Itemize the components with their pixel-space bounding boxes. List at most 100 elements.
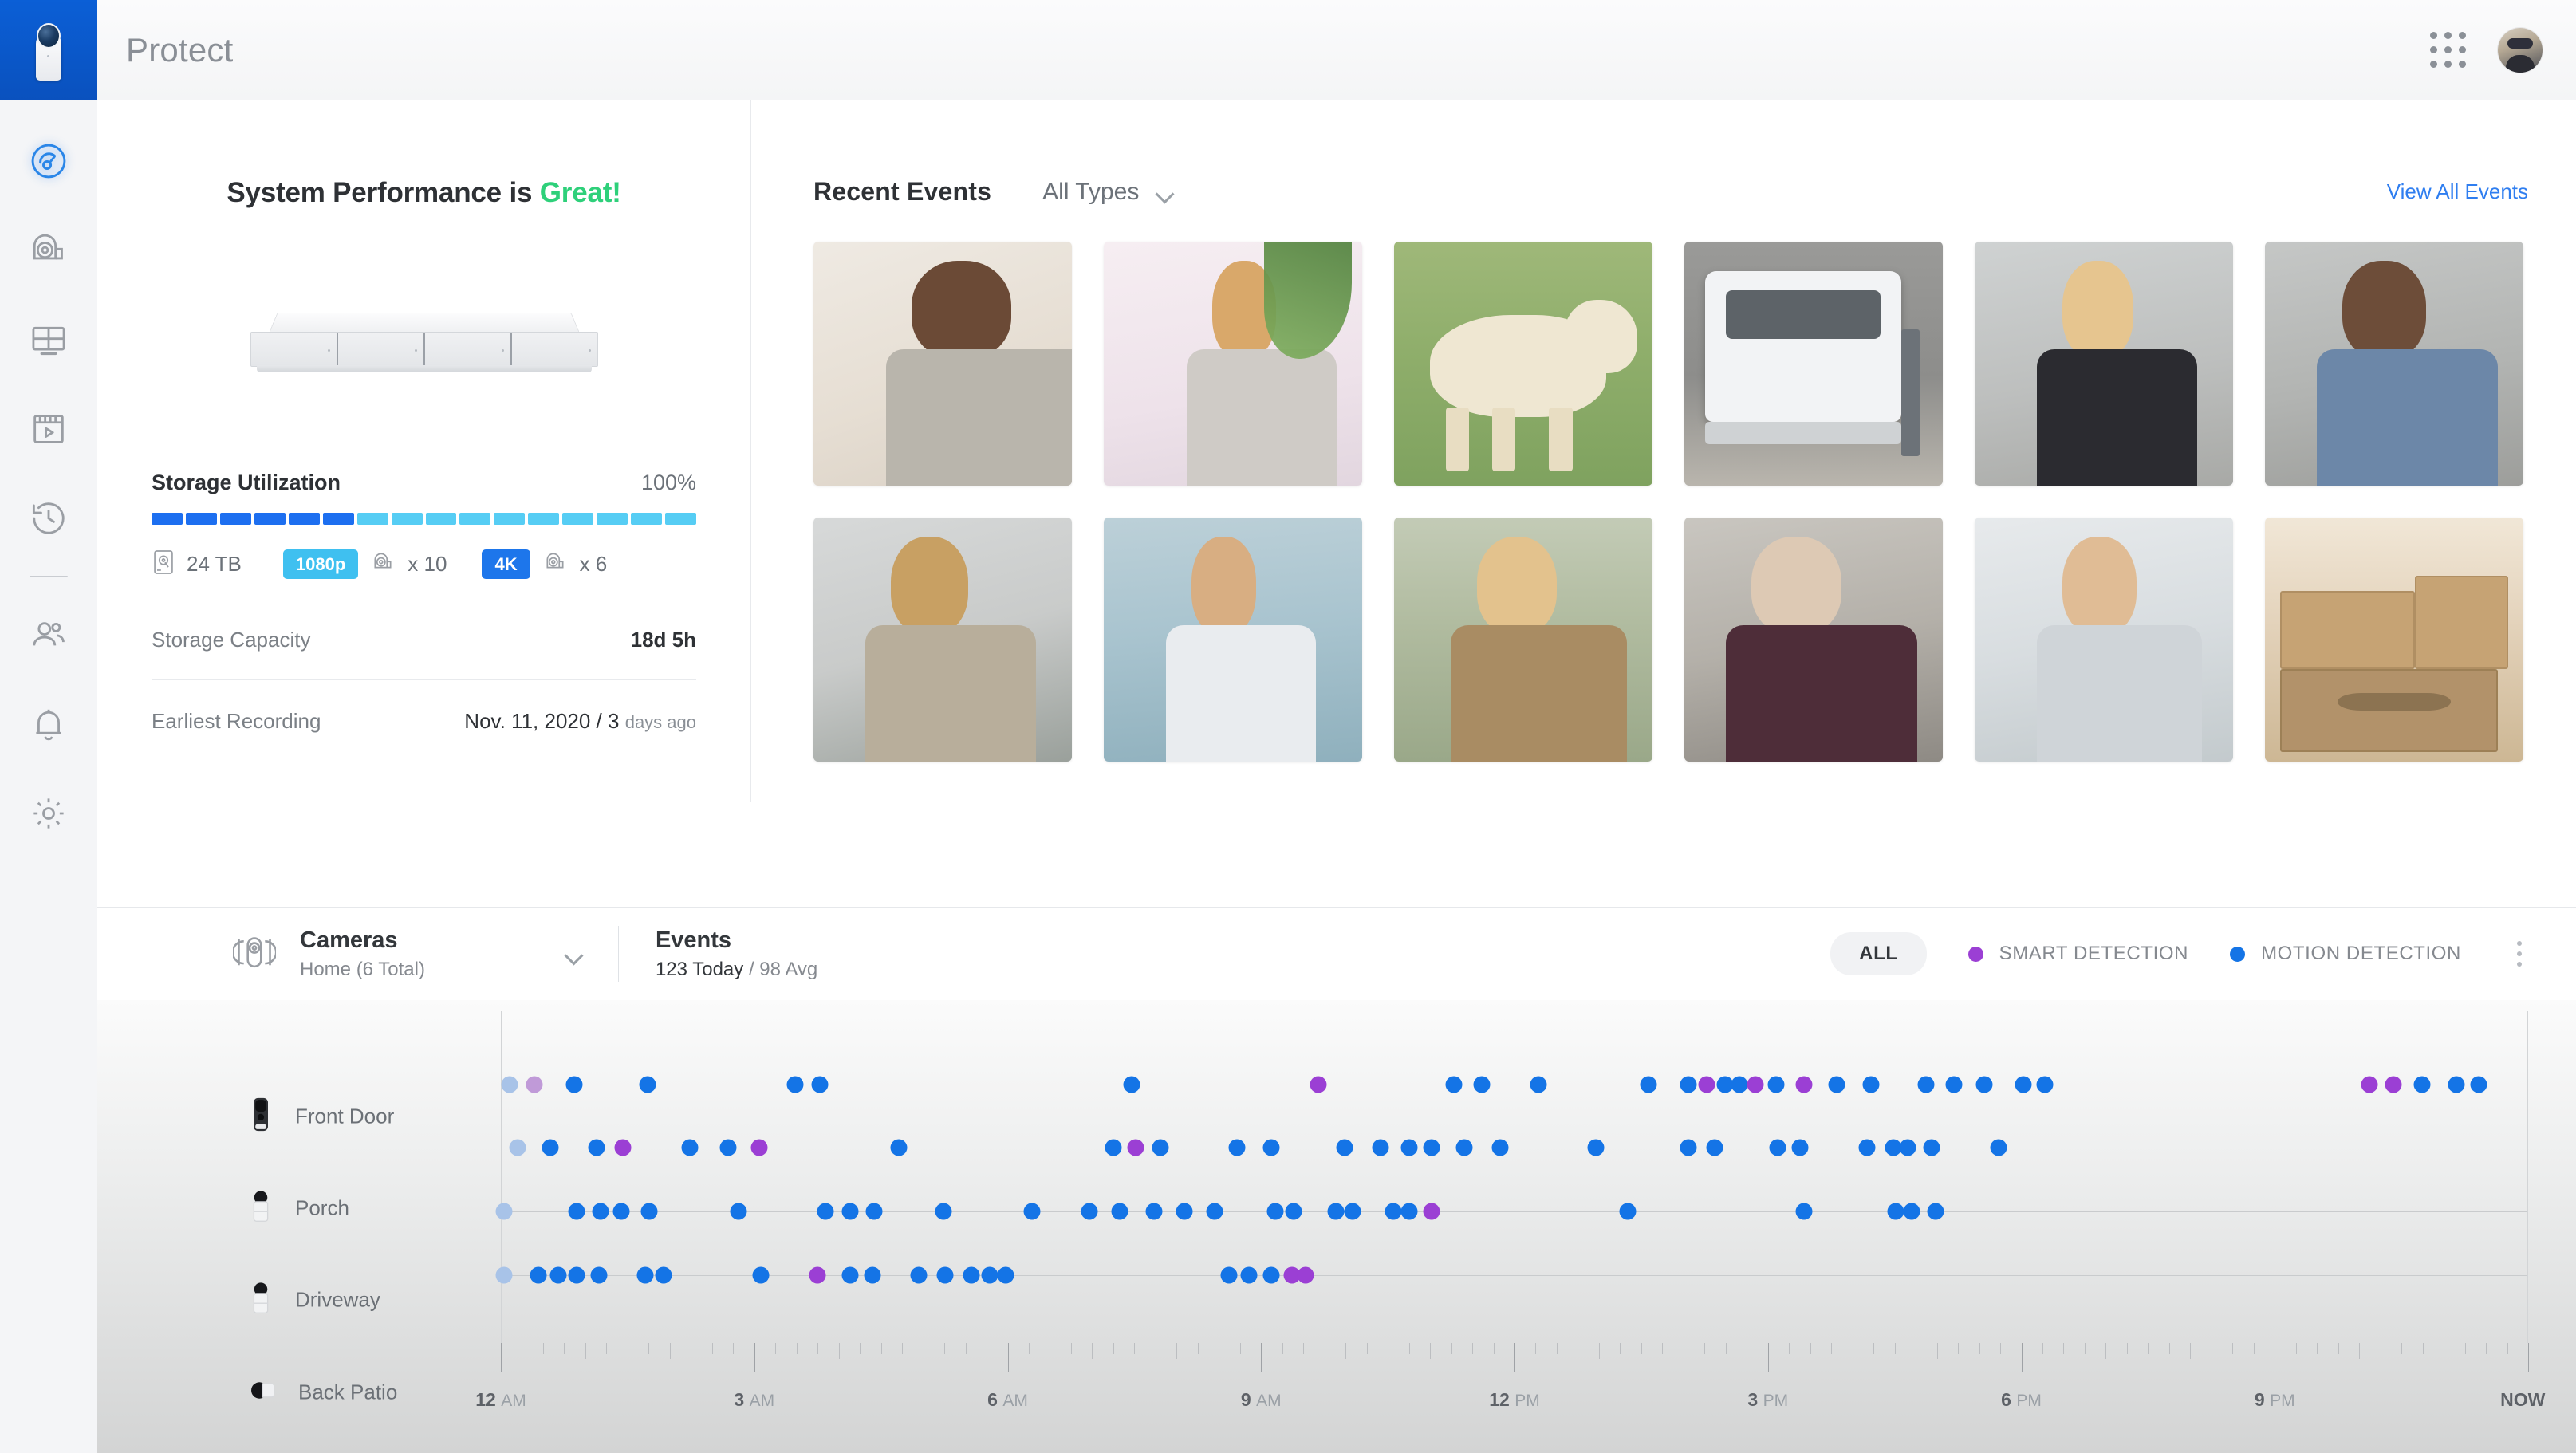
sidebar-item-alerts[interactable] [0, 679, 97, 769]
timeline-event-dot-motion[interactable] [935, 1203, 952, 1220]
timeline-event-dot-motion[interactable] [568, 1266, 585, 1284]
sidebar-item-settings[interactable] [0, 769, 97, 858]
event-thumb-car-driveway[interactable] [1684, 242, 1943, 486]
timeline-event-dot-motion[interactable] [1990, 1139, 2007, 1156]
timeline-event-dot-motion[interactable] [1123, 1076, 1140, 1093]
timeline-plot[interactable] [495, 1011, 2528, 1343]
timeline-event-dot-smart[interactable] [1423, 1203, 1440, 1220]
sidebar-item-devices[interactable] [0, 206, 97, 295]
timeline-event-dot-motion[interactable] [655, 1266, 672, 1284]
timeline-event-dot-motion[interactable] [509, 1139, 526, 1156]
timeline-event-dot-motion[interactable] [1152, 1139, 1168, 1156]
timeline-event-dot-motion[interactable] [1400, 1139, 1418, 1156]
event-thumb-man-phone[interactable] [2265, 242, 2523, 486]
timeline-event-dot-motion[interactable] [1473, 1076, 1491, 1093]
timeline-event-dot-smart[interactable] [614, 1139, 632, 1156]
timeline-event-dot-motion[interactable] [1111, 1203, 1128, 1220]
timeline-event-dot-motion[interactable] [495, 1266, 513, 1284]
legend-motion-detection[interactable]: MOTION DETECTION [2230, 943, 2461, 965]
legend-smart-detection[interactable]: SMART DETECTION [1967, 943, 2188, 965]
timeline-event-dot-smart[interactable] [1747, 1076, 1764, 1093]
timeline-event-dot-smart[interactable] [750, 1139, 768, 1156]
timeline-event-dot-motion[interactable] [592, 1203, 609, 1220]
sidebar-item-users[interactable] [0, 590, 97, 679]
apps-grid-icon[interactable] [2430, 32, 2466, 68]
timeline-event-dot-motion[interactable] [1344, 1203, 1361, 1220]
timeline-event-dot-motion[interactable] [1491, 1139, 1509, 1156]
timeline-event-dot-motion[interactable] [1731, 1076, 1748, 1093]
timeline-event-dot-smart[interactable] [526, 1076, 543, 1093]
timeline-event-dot-smart[interactable] [1795, 1076, 1813, 1093]
timeline-event-dot-motion[interactable] [817, 1203, 834, 1220]
timeline-event-dot-motion[interactable] [588, 1139, 605, 1156]
timeline-event-dot-smart[interactable] [1698, 1076, 1715, 1093]
timeline-event-dot-motion[interactable] [1023, 1203, 1041, 1220]
timeline-event-dot-motion[interactable] [1975, 1076, 1993, 1093]
timeline-event-dot-motion[interactable] [1917, 1076, 1935, 1093]
event-thumb-woman-doorway[interactable] [1975, 242, 2233, 486]
timeline-event-dot-motion[interactable] [752, 1266, 770, 1284]
event-thumb-woman-desk[interactable] [813, 518, 1072, 762]
filter-all-button[interactable]: ALL [1830, 932, 1927, 975]
timeline-event-dot-motion[interactable] [1927, 1203, 1944, 1220]
timeline-event-dot-motion[interactable] [963, 1266, 980, 1284]
timeline-event-dot-motion[interactable] [1706, 1139, 1723, 1156]
timeline-event-dot-motion[interactable] [1769, 1139, 1786, 1156]
timeline-event-dot-motion[interactable] [1336, 1139, 1353, 1156]
timeline-event-dot-motion[interactable] [1587, 1139, 1605, 1156]
timeline-event-dot-motion[interactable] [639, 1076, 656, 1093]
protect-logo-button[interactable] [0, 0, 97, 100]
timeline-event-dot-smart[interactable] [1127, 1139, 1144, 1156]
timeline-event-dot-motion[interactable] [719, 1139, 737, 1156]
timeline-camera-label[interactable]: Porch [249, 1188, 349, 1229]
timeline-event-dot-motion[interactable] [565, 1076, 583, 1093]
resolution-chip-4k[interactable]: 4K [482, 549, 530, 579]
timeline-event-dot-motion[interactable] [1923, 1139, 1940, 1156]
timeline-event-dot-motion[interactable] [1262, 1266, 1280, 1284]
timeline-event-dot-motion[interactable] [1791, 1139, 1809, 1156]
event-thumb-man-interior[interactable] [813, 242, 1072, 486]
timeline-event-dot-motion[interactable] [865, 1203, 883, 1220]
timeline-event-dot-motion[interactable] [2470, 1076, 2487, 1093]
timeline-camera-label[interactable]: Front Door [249, 1097, 394, 1137]
timeline-event-dot-motion[interactable] [495, 1203, 513, 1220]
timeline-event-dot-motion[interactable] [1640, 1076, 1657, 1093]
cameras-dropdown-chevron-icon[interactable] [565, 949, 583, 959]
timeline-event-dot-motion[interactable] [1887, 1203, 1904, 1220]
timeline-event-dot-motion[interactable] [1145, 1203, 1163, 1220]
timeline-event-dot-motion[interactable] [1828, 1076, 1845, 1093]
event-thumb-dog-lawn[interactable] [1394, 242, 1652, 486]
timeline-event-dot-motion[interactable] [681, 1139, 699, 1156]
timeline-event-dot-motion[interactable] [1945, 1076, 1963, 1093]
more-options-icon[interactable] [2511, 935, 2528, 973]
timeline-event-dot-motion[interactable] [1680, 1076, 1697, 1093]
timeline-event-dot-motion[interactable] [1903, 1203, 1920, 1220]
timeline-event-dot-motion[interactable] [786, 1076, 804, 1093]
timeline-event-dot-motion[interactable] [1455, 1139, 1472, 1156]
timeline-event-dot-smart[interactable] [2361, 1076, 2378, 1093]
timeline-event-dot-smart[interactable] [2385, 1076, 2402, 1093]
sidebar-item-dashboard[interactable] [0, 116, 97, 206]
event-thumb-two-women-office[interactable] [1975, 518, 2233, 762]
timeline-event-dot-motion[interactable] [636, 1266, 654, 1284]
event-thumb-woman-field[interactable] [1394, 518, 1652, 762]
timeline-event-dot-motion[interactable] [542, 1139, 559, 1156]
timeline-event-dot-smart[interactable] [809, 1266, 826, 1284]
timeline-event-dot-motion[interactable] [1858, 1139, 1876, 1156]
timeline-camera-label[interactable]: Driveway [249, 1280, 380, 1321]
timeline-event-dot-motion[interactable] [841, 1266, 859, 1284]
timeline-event-dot-motion[interactable] [568, 1203, 585, 1220]
timeline-event-dot-motion[interactable] [640, 1203, 658, 1220]
timeline-event-dot-motion[interactable] [841, 1203, 859, 1220]
timeline-event-dot-motion[interactable] [1530, 1076, 1547, 1093]
timeline-event-dot-motion[interactable] [910, 1266, 928, 1284]
view-all-events-link[interactable]: View All Events [2387, 179, 2528, 204]
timeline-event-dot-smart[interactable] [1310, 1076, 1327, 1093]
timeline-event-dot-motion[interactable] [1445, 1076, 1463, 1093]
timeline-event-dot-motion[interactable] [2413, 1076, 2431, 1093]
timeline-event-dot-motion[interactable] [1423, 1139, 1440, 1156]
timeline-event-dot-motion[interactable] [1081, 1203, 1098, 1220]
timeline-event-dot-motion[interactable] [1327, 1203, 1345, 1220]
timeline-event-dot-motion[interactable] [811, 1076, 829, 1093]
sidebar-item-recordings[interactable] [0, 384, 97, 474]
